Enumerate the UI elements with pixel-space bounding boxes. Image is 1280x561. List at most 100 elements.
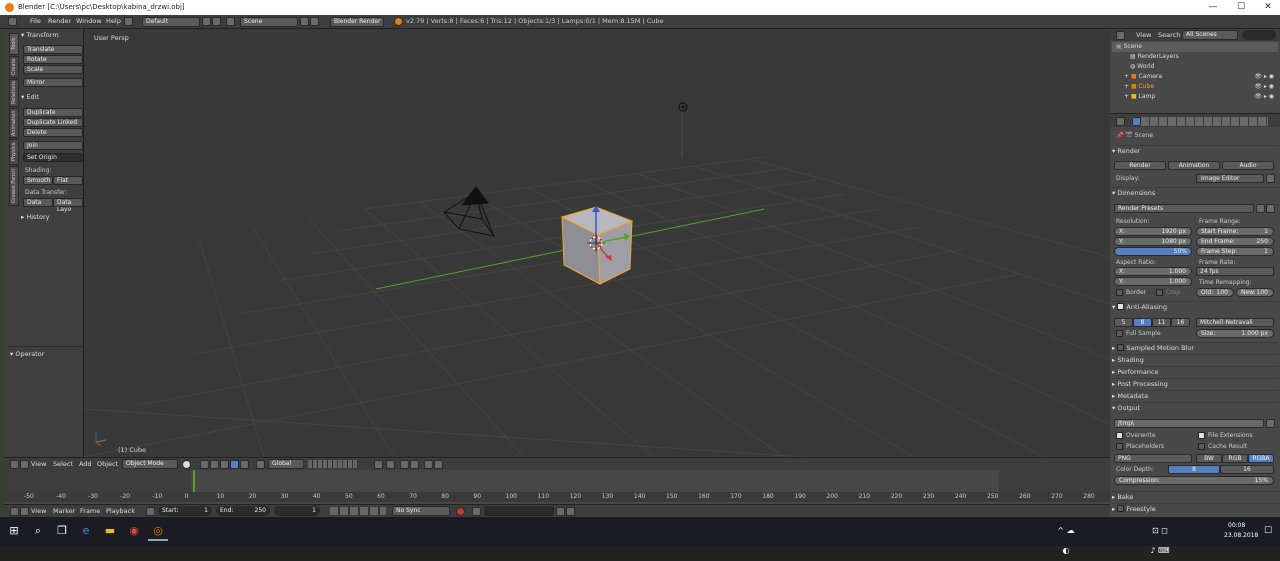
3d-viewport[interactable]: User Persp (1) Cube — [84, 29, 1110, 457]
start-frame-field[interactable]: Start: 1 — [158, 506, 212, 516]
aspect-y-field[interactable]: Y: 1.000 — [1114, 277, 1192, 286]
history-panel-header[interactable]: ▸ History — [21, 213, 49, 221]
layer-buttons[interactable] — [308, 460, 358, 468]
translate-button[interactable]: Translate — [23, 45, 83, 54]
file-explorer-icon[interactable]: ▬ — [100, 521, 120, 541]
render-section-header[interactable]: ▾ Render — [1112, 145, 1278, 156]
smooth-button[interactable]: Smooth — [23, 176, 53, 185]
duplicate-button[interactable]: Duplicate — [23, 108, 83, 117]
lamp-object[interactable] — [678, 102, 688, 112]
audio-button[interactable]: Audio — [1222, 161, 1274, 170]
preview-range-icon[interactable] — [146, 507, 155, 516]
menu-view[interactable]: View — [31, 460, 46, 468]
add-preset-icon[interactable] — [1256, 204, 1265, 213]
motion-blur-checkbox[interactable] — [1117, 344, 1125, 351]
remove-preset-icon[interactable] — [1266, 204, 1275, 213]
render-button[interactable]: Render — [1114, 161, 1166, 170]
menu-view[interactable]: View — [31, 507, 46, 515]
delete-keyframe-icon[interactable] — [566, 507, 575, 516]
menu-render[interactable]: Render — [48, 17, 71, 25]
blender-taskbar-icon[interactable]: ◎ — [148, 521, 168, 541]
sync-mode-selector[interactable]: No Sync — [392, 506, 450, 516]
placeholders-checkbox[interactable] — [1116, 443, 1123, 450]
anti-aliasing-checkbox[interactable] — [1117, 303, 1125, 310]
pivot-point-icon[interactable] — [200, 460, 209, 469]
output-section-header[interactable]: ▾ Output — [1112, 402, 1278, 413]
add-scene-icon[interactable] — [300, 17, 309, 26]
manipulator-toggle-icon[interactable] — [210, 460, 219, 469]
cube-visibility-icons[interactable]: 👁 ▸ ◉ — [1254, 82, 1274, 92]
filter-size-field[interactable]: Size: 1.000 px — [1196, 329, 1274, 338]
menu-help[interactable]: Help — [106, 17, 121, 25]
maximize-button[interactable]: ☐ — [1230, 0, 1252, 15]
resolution-y-field[interactable]: Y: 1080 px — [1114, 237, 1192, 246]
insert-keyframe-icon[interactable] — [556, 507, 565, 516]
tab-animation[interactable]: Animation — [9, 108, 19, 138]
orientation-selector[interactable]: Global — [268, 459, 304, 469]
scale-manipulator-icon[interactable] — [240, 460, 249, 469]
performance-section-header[interactable]: ▸ Performance — [1112, 366, 1278, 377]
shading-section-header[interactable]: ▸ Shading — [1112, 354, 1278, 365]
clock-time[interactable]: 00:08 — [1228, 522, 1245, 529]
mode-selector[interactable]: Object Mode — [122, 459, 178, 469]
start-button-icon[interactable]: ⊞ — [4, 521, 24, 541]
dimensions-section-header[interactable]: ▾ Dimensions — [1112, 187, 1278, 198]
aa-samples-16[interactable]: 16 — [1171, 318, 1190, 327]
minimize-button[interactable]: — — [1202, 0, 1224, 15]
menu-file[interactable]: File — [30, 17, 41, 25]
record-icon[interactable] — [456, 507, 465, 516]
cube-object[interactable] — [560, 206, 634, 285]
frame-step-field[interactable]: Frame Step: 1 — [1196, 247, 1274, 256]
snap-target-icon[interactable] — [410, 460, 419, 469]
rotate-manipulator-icon[interactable] — [230, 460, 239, 469]
color-depth-8[interactable]: 8 — [1168, 465, 1220, 474]
property-context-tabs[interactable] — [1132, 117, 1268, 126]
display-selector[interactable]: Image Editor — [1196, 174, 1264, 183]
close-button[interactable]: ✕ — [1257, 0, 1279, 15]
transform-panel-header[interactable]: ▾ Transform — [21, 31, 59, 39]
compression-field[interactable]: Compression: 15% — [1114, 476, 1274, 485]
file-browse-icon[interactable] — [1266, 419, 1275, 428]
tab-create[interactable]: Create — [9, 56, 19, 78]
bake-section-header[interactable]: ▸ Bake — [1112, 491, 1278, 502]
post-processing-section-header[interactable]: ▸ Post Processing — [1112, 378, 1278, 389]
freestyle-checkbox[interactable] — [1117, 505, 1125, 512]
menu-window[interactable]: Window — [76, 17, 102, 25]
outliner-row-world[interactable]: ◍ World — [1112, 62, 1278, 72]
edge-browser-icon[interactable]: e — [76, 521, 96, 541]
resolution-x-field[interactable]: X: 1920 px — [1114, 227, 1192, 236]
network-volume-icons[interactable]: ⊡ ◻ ♪ ⌨ — [1150, 521, 1170, 555]
crop-checkbox[interactable] — [1156, 289, 1163, 296]
outliner-row-camera[interactable]: + ■ Camera 👁 ▸ ◉ — [1112, 72, 1278, 82]
menu-object[interactable]: Object — [97, 460, 118, 468]
remove-layout-icon[interactable] — [212, 17, 221, 26]
editor-type-icon[interactable] — [1116, 31, 1125, 40]
display-options-icon[interactable] — [1266, 174, 1275, 183]
motion-blur-section-header[interactable]: ▸ Sampled Motion Blur — [1112, 342, 1278, 353]
header-menu-toggle[interactable] — [20, 460, 29, 469]
lock-layers-icon[interactable] — [374, 460, 383, 469]
outliner-search-input[interactable] — [1242, 30, 1276, 40]
aa-samples-8[interactable]: 8 — [1133, 318, 1152, 327]
metadata-section-header[interactable]: ▸ Metadata — [1112, 390, 1278, 401]
delete-button[interactable]: Delete — [23, 128, 83, 137]
orientation-icon[interactable] — [256, 460, 265, 469]
color-mode-bw[interactable]: BW — [1196, 454, 1222, 463]
editor-type-icon[interactable] — [1116, 117, 1125, 126]
tab-relations[interactable]: Relations — [9, 79, 19, 107]
render-context-icon[interactable] — [1132, 117, 1141, 126]
color-depth-16[interactable]: 16 — [1220, 465, 1274, 474]
proportional-edit-icon[interactable] — [386, 460, 395, 469]
outliner-row-renderlayers[interactable]: ▤ RenderLayers — [1112, 52, 1278, 62]
data-transfer-button[interactable]: Data — [23, 198, 53, 207]
header-menu-toggle[interactable] — [20, 507, 29, 516]
notifications-icon[interactable]: ☐ — [1258, 521, 1278, 541]
anti-aliasing-section-header[interactable]: ▾ Anti-Aliasing — [1112, 301, 1278, 312]
outliner-row-scene[interactable]: ▣ Scene — [1112, 42, 1278, 52]
operator-panel-header[interactable]: ▾ Operator — [10, 350, 44, 358]
color-mode-rgb[interactable]: RGB — [1222, 454, 1248, 463]
full-sample-checkbox[interactable] — [1116, 330, 1123, 337]
flat-button[interactable]: Flat — [53, 176, 83, 185]
tab-grease-pencil[interactable]: Grease Pencil — [9, 166, 19, 206]
current-frame-field[interactable]: 1 — [274, 506, 320, 516]
